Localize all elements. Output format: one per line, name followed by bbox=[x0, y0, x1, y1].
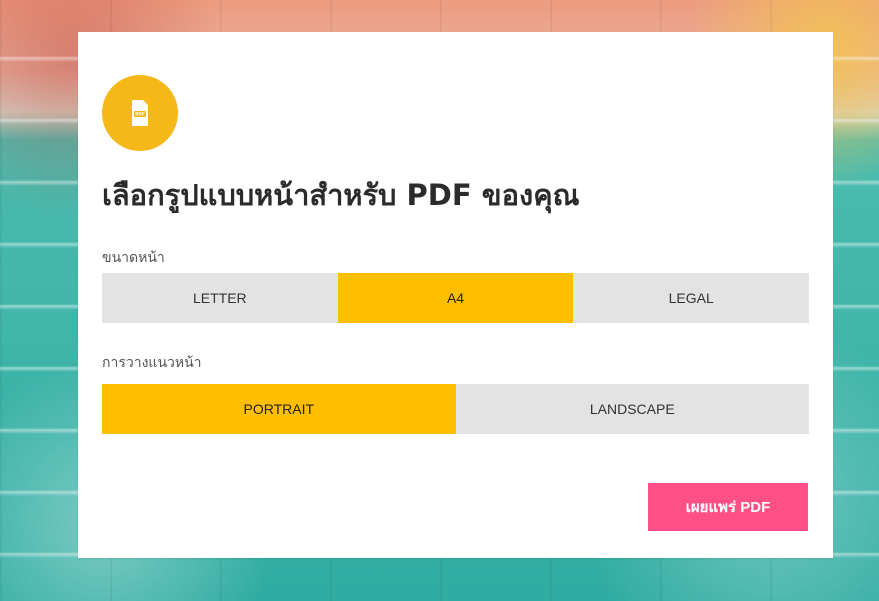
orientation-label: การวางแนวหน้า bbox=[102, 355, 202, 371]
pdf-icon-badge: PDF bbox=[102, 75, 178, 151]
orientation-selector: PORTRAIT LANDSCAPE bbox=[102, 384, 809, 434]
pdf-icon: PDF bbox=[129, 99, 151, 127]
svg-text:PDF: PDF bbox=[135, 112, 145, 117]
dialog-title: เลือกรูปแบบหน้าสำหรับ PDF ของคุณ bbox=[102, 178, 580, 212]
page-size-selector: LETTER A4 LEGAL bbox=[102, 273, 810, 323]
page-size-a4-button[interactable]: A4 bbox=[337, 273, 574, 323]
pdf-format-dialog: PDF เลือกรูปแบบหน้าสำหรับ PDF ของคุณ ขนา… bbox=[78, 32, 833, 558]
page-size-letter-button[interactable]: LETTER bbox=[102, 273, 338, 323]
page-size-label: ขนาดหน้า bbox=[102, 250, 165, 266]
orientation-portrait-button[interactable]: PORTRAIT bbox=[102, 384, 456, 434]
page-size-legal-button[interactable]: LEGAL bbox=[573, 273, 810, 323]
publish-pdf-button[interactable]: เผยแพร่ PDF bbox=[648, 483, 808, 531]
orientation-landscape-button[interactable]: LANDSCAPE bbox=[455, 384, 809, 434]
